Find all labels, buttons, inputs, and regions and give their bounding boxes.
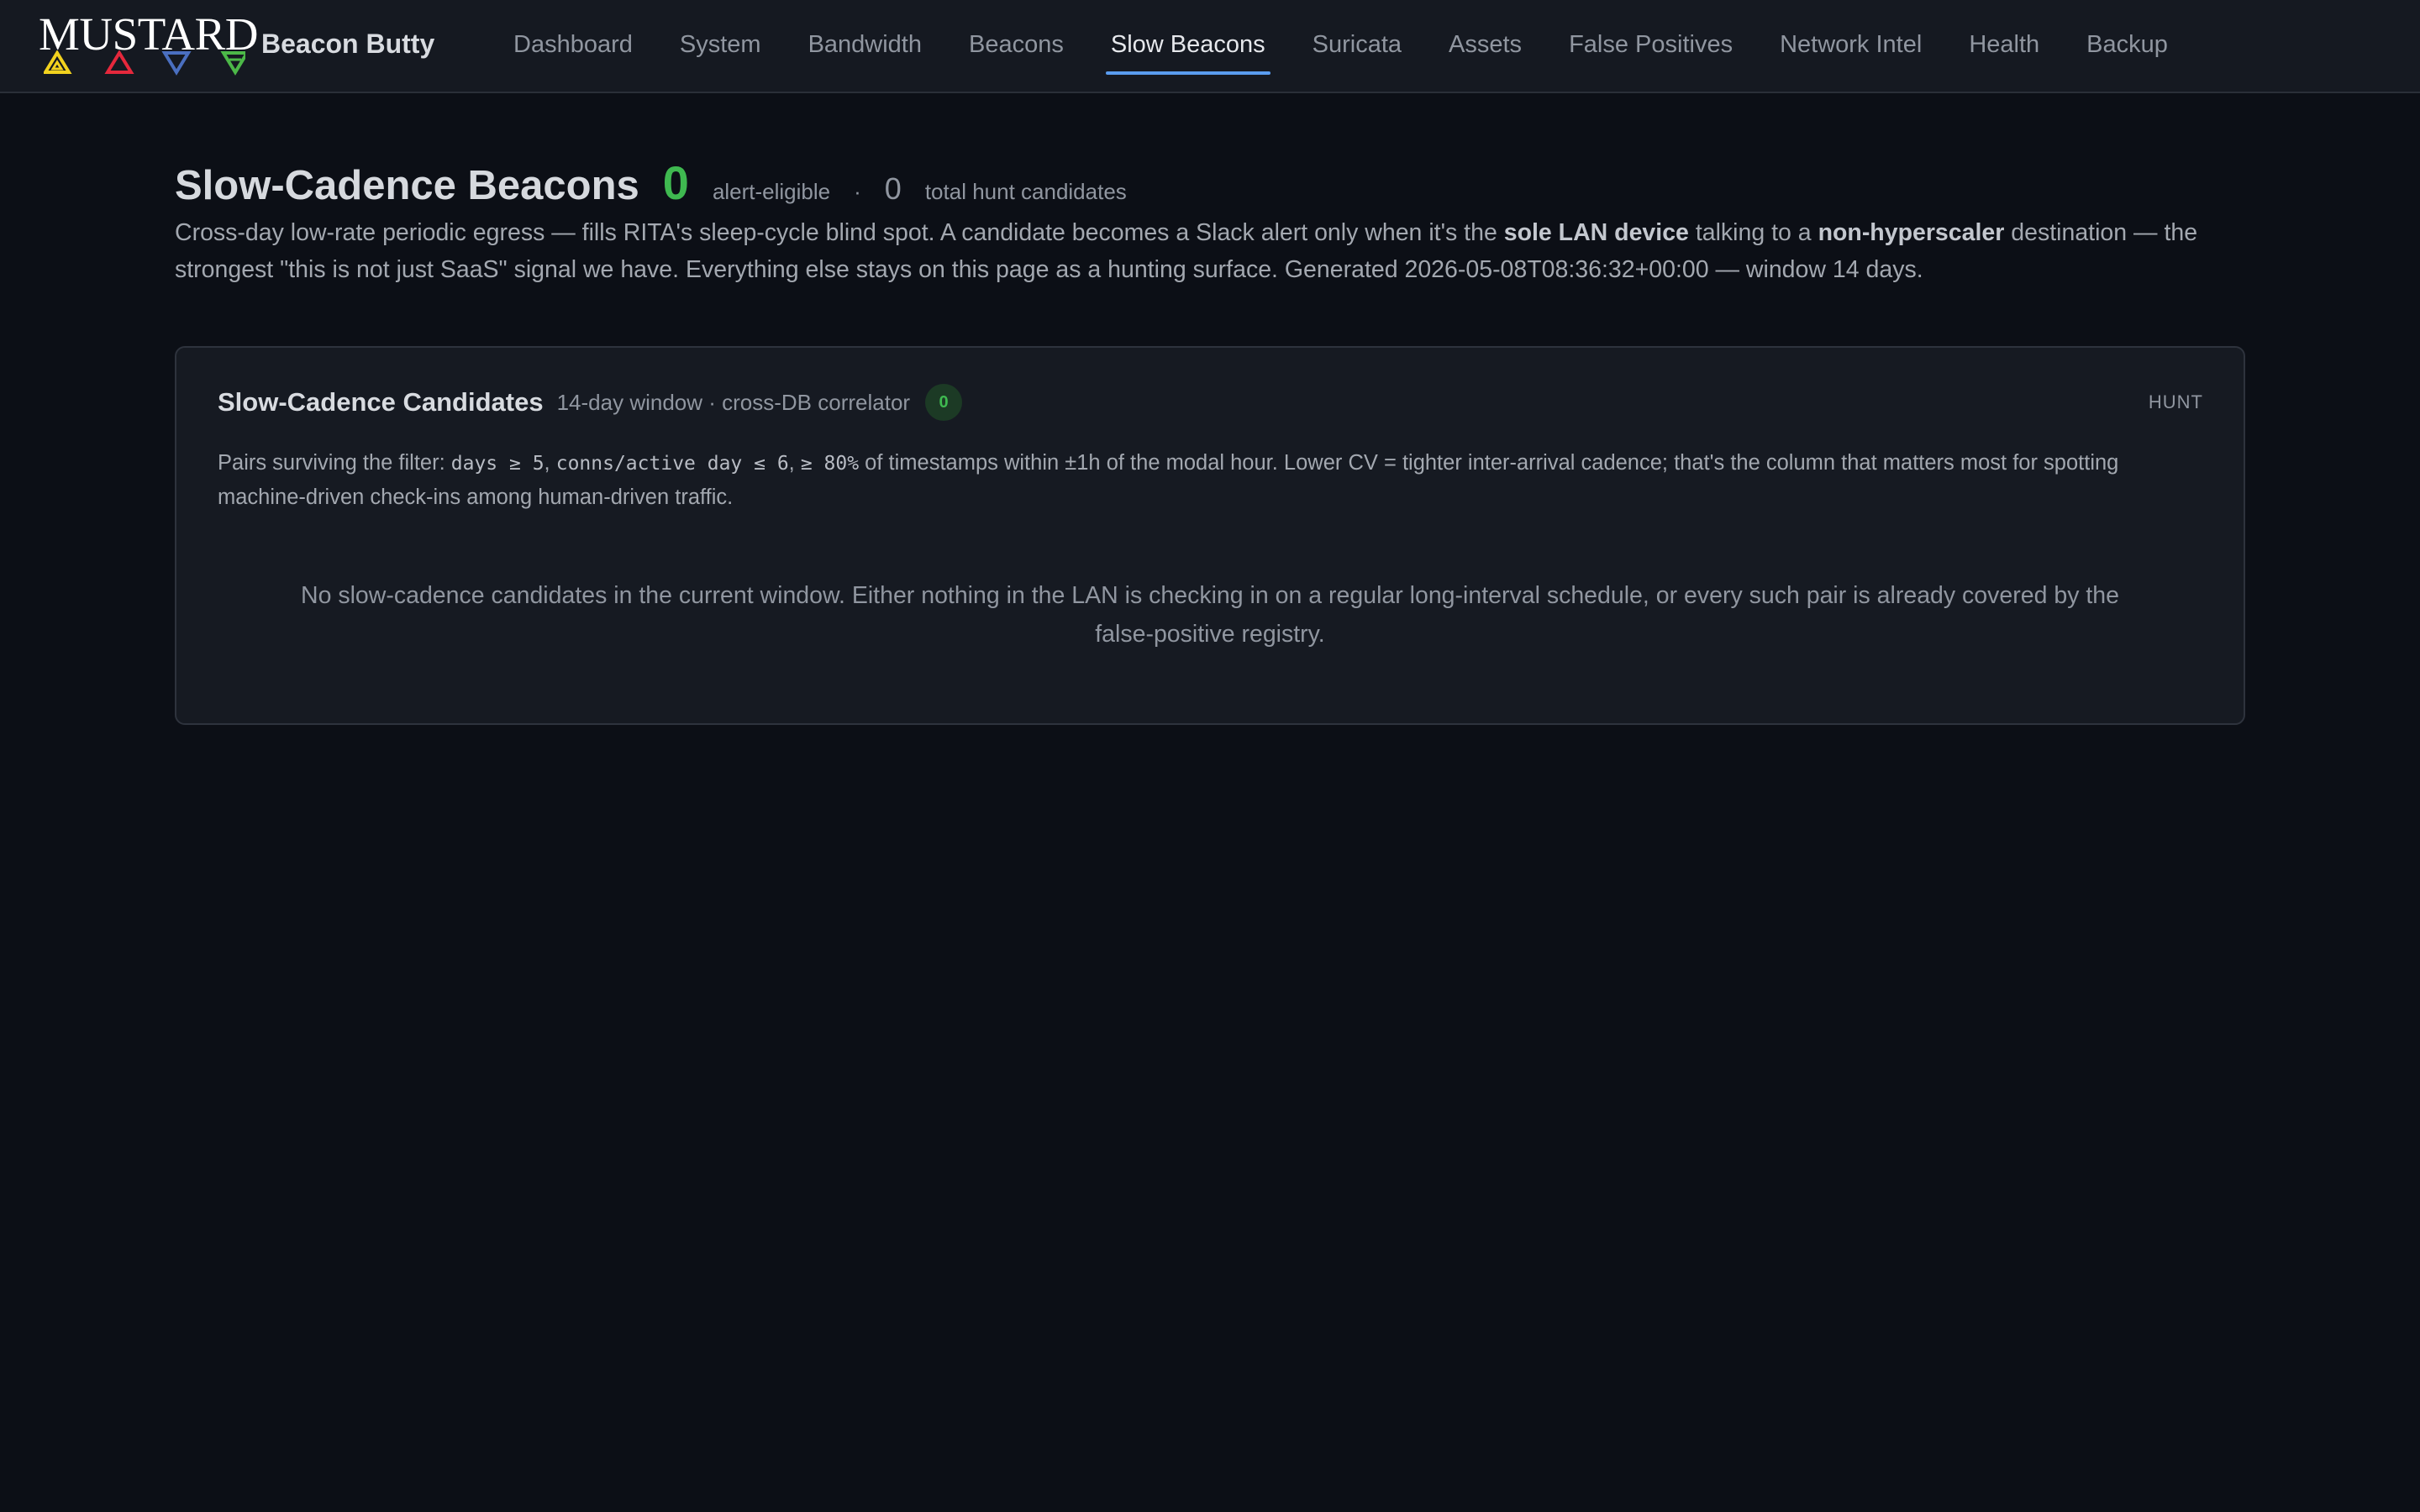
alert-eligible-label: alert-eligible	[712, 179, 831, 204]
nav-dashboard[interactable]: Dashboard	[490, 0, 656, 93]
empty-state-message: No slow-cadence candidates in the curren…	[300, 582, 2120, 648]
page-title: Slow-Cadence Beacons	[175, 163, 639, 208]
nav-false-positives[interactable]: False Positives	[1545, 0, 1756, 93]
logo-red-triangle-icon	[104, 50, 134, 74]
filter-sep-2: ,	[788, 451, 801, 475]
logo-triangles-icon	[44, 50, 245, 76]
card-title: Slow-Cadence Candidates	[218, 387, 544, 417]
nav-slow-beacons[interactable]: Slow Beacons	[1087, 0, 1289, 93]
filter-conns-code: conns/active day ≤ 6	[555, 453, 789, 475]
top-nav-bar: MUSTARD Beacon Butty Dashboard System Ba…	[0, 0, 2420, 93]
nav-network-intel[interactable]: Network Intel	[1756, 0, 1945, 93]
headline-separator: ·	[854, 179, 861, 204]
filter-description: Pairs surviving the filter: days ≥ 5, co…	[218, 446, 2209, 514]
alert-eligible-count: 0	[662, 156, 689, 209]
card-header: Slow-Cadence Candidates 14-day window · …	[218, 383, 2203, 422]
card-subtitle: 14-day window · cross-DB correlator	[556, 389, 911, 415]
nav-beacons[interactable]: Beacons	[945, 0, 1087, 93]
hunt-tag: HUNT	[2148, 391, 2203, 412]
main-nav: Dashboard System Bandwidth Beacons Slow …	[490, 0, 2191, 93]
hunt-candidates-label: total hunt candidates	[924, 179, 1127, 204]
logo-green-triangle-icon	[220, 51, 245, 76]
mustard-logo[interactable]: MUSTARD	[39, 8, 259, 76]
filter-prefix: Pairs surviving the filter:	[218, 451, 451, 475]
page-headline: Slow-Cadence Beacons 0 alert-eligible · …	[175, 155, 2245, 214]
intro-bold-non-hyperscaler: non-hyperscaler	[1818, 219, 2005, 246]
hunt-candidates-count: 0	[884, 171, 902, 206]
filter-days-code: days ≥ 5	[450, 453, 544, 475]
nav-assets[interactable]: Assets	[1425, 0, 1545, 93]
candidates-count-badge: 0	[925, 384, 963, 421]
page-intro: Cross-day low-rate periodic egress — fil…	[175, 214, 2225, 288]
logo-blue-triangle-icon	[161, 51, 192, 76]
filter-sep-1: ,	[544, 451, 556, 475]
nav-bandwidth[interactable]: Bandwidth	[785, 0, 945, 93]
intro-bold-sole-lan: sole LAN device	[1503, 219, 1689, 246]
slow-cadence-candidates-card: Slow-Cadence Candidates 14-day window · …	[175, 346, 2245, 725]
nav-backup[interactable]: Backup	[2063, 0, 2191, 93]
app-name[interactable]: Beacon Butty	[261, 27, 434, 60]
main-content: Slow-Cadence Beacons 0 alert-eligible · …	[175, 155, 2245, 725]
nav-system[interactable]: System	[656, 0, 785, 93]
intro-text-1: Cross-day low-rate periodic egress — fil…	[175, 219, 1504, 246]
filter-percent-code: ≥ 80%	[800, 453, 860, 475]
intro-text-2: talking to a	[1688, 219, 1818, 246]
nav-health[interactable]: Health	[1945, 0, 2063, 93]
nav-suricata[interactable]: Suricata	[1289, 0, 1425, 93]
